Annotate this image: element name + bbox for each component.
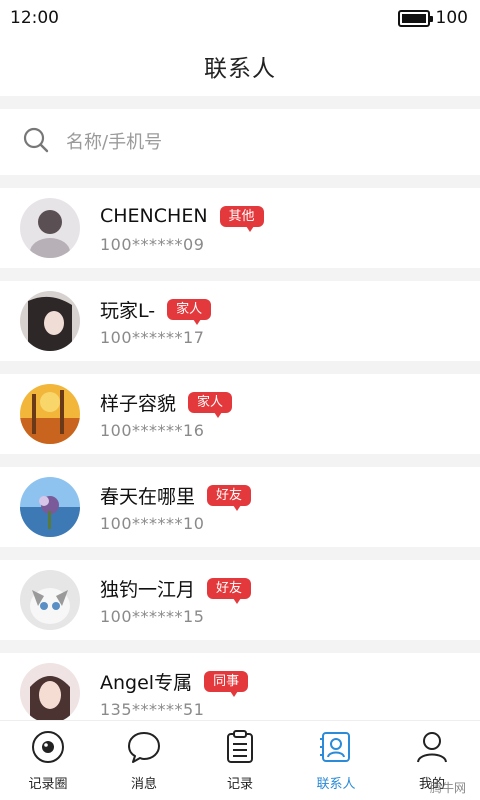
- chat-bubble-icon: [128, 732, 160, 763]
- battery-indicator: 100: [397, 8, 468, 28]
- avatar: [20, 384, 80, 444]
- tab-label: 联系人: [316, 777, 356, 792]
- status-bar: 12:00 100: [0, 0, 480, 36]
- contact-row[interactable]: 样子容貌 家人 100******16: [0, 374, 480, 454]
- contact-row[interactable]: 春天在哪里 好友 100******10: [0, 467, 480, 547]
- contact-name: Angel专属: [100, 671, 193, 694]
- contact-name: CHENCHEN: [100, 205, 208, 227]
- contact-tag-badge: 好友: [207, 484, 252, 511]
- battery-icon: [397, 9, 433, 27]
- search-bar[interactable]: [0, 109, 480, 175]
- tab-contacts[interactable]: 联系人: [288, 721, 384, 800]
- contact-phone: 100******10: [100, 514, 205, 533]
- avatar: [20, 570, 80, 630]
- tab-record-circle[interactable]: 记录圈: [0, 721, 96, 800]
- contact-phone: 100******15: [100, 607, 205, 626]
- tab-records[interactable]: 记录: [192, 721, 288, 800]
- contact-phone: 100******16: [100, 421, 205, 440]
- avatar: [20, 291, 80, 351]
- search-input[interactable]: [66, 131, 426, 153]
- contact-phone: 100******09: [100, 235, 205, 254]
- contact-row[interactable]: 独钓一江月 好友 100******15: [0, 560, 480, 640]
- contact-phone: 135******51: [100, 700, 205, 719]
- person-icon: [417, 732, 447, 763]
- battery-level: 100: [435, 8, 468, 28]
- avatar: [20, 477, 80, 537]
- eye-circle-icon: [32, 731, 64, 763]
- contact-row[interactable]: CHENCHEN 其他 100******09: [0, 188, 480, 268]
- contact-list: CHENCHEN 其他 100******09 玩家L- 家人 100*****…: [0, 188, 480, 746]
- contact-name: 样子容貌: [100, 392, 177, 415]
- header: 联系人: [0, 36, 480, 96]
- tab-label: 记录圈: [28, 777, 68, 792]
- contact-tag-badge: 家人: [167, 298, 212, 325]
- bottom-tab-bar: 记录圈 消息 记录 联系人 我的: [0, 720, 480, 800]
- tab-messages[interactable]: 消息: [96, 721, 192, 800]
- avatar: [20, 198, 80, 258]
- contact-row[interactable]: 玩家L- 家人 100******17: [0, 281, 480, 361]
- search-icon: [22, 126, 50, 158]
- contact-tag-badge: 好友: [207, 577, 252, 604]
- tab-label: 记录: [226, 777, 253, 792]
- contact-phone: 100******17: [100, 328, 205, 347]
- watermark: 腾牛网: [429, 781, 466, 795]
- clipboard-list-icon: [227, 730, 253, 763]
- contact-tag-badge: 同事: [204, 670, 249, 697]
- page-title: 联系人: [204, 56, 276, 82]
- contact-tag-badge: 其他: [219, 205, 264, 232]
- status-time: 12:00: [10, 8, 59, 28]
- contact-card-icon: [320, 732, 350, 762]
- avatar: [20, 663, 80, 723]
- tab-label: 消息: [130, 777, 157, 792]
- contact-name: 玩家L-: [100, 299, 156, 322]
- contact-name: 春天在哪里: [100, 485, 196, 508]
- contact-tag-badge: 家人: [188, 391, 233, 418]
- contact-name: 独钓一江月: [100, 578, 196, 601]
